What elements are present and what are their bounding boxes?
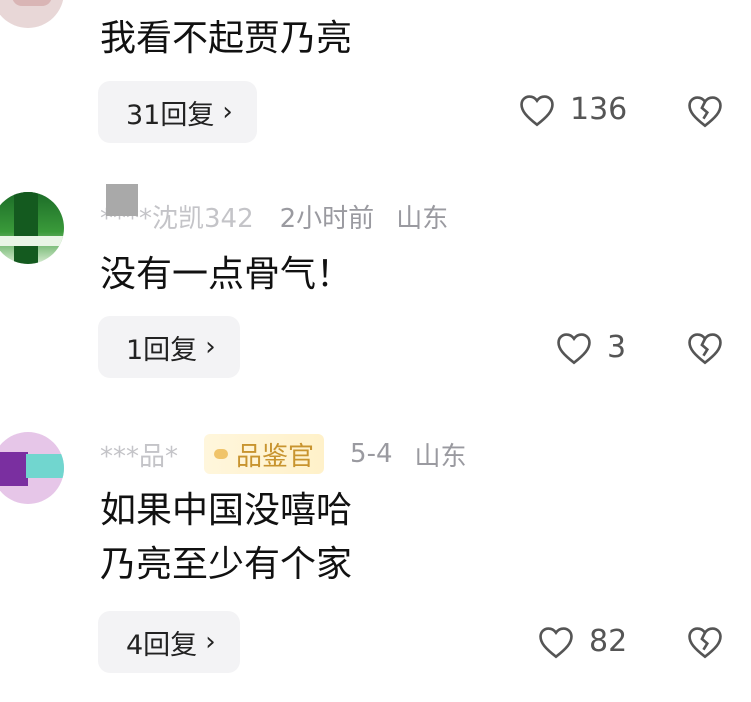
reply-button[interactable]: 31回复 ›: [98, 81, 257, 143]
username-mosaic: [106, 184, 138, 216]
dislike-button[interactable]: [686, 625, 724, 663]
broken-heart-icon: [688, 627, 722, 659]
username[interactable]: ***品*: [100, 436, 178, 473]
reply-count: 31回复: [126, 99, 215, 131]
location: 山东: [414, 441, 467, 472]
comment-text: 如果中国没嘻哈 乃亮至少有个家: [100, 484, 352, 592]
avatar[interactable]: [0, 432, 64, 504]
broken-heart-icon: [688, 333, 722, 365]
badge-icon: [214, 449, 229, 459]
like-button[interactable]: 136: [518, 92, 627, 127]
timestamp: 2小时前: [279, 203, 375, 234]
dislike-button[interactable]: [686, 331, 724, 369]
badge: 品鉴官: [204, 434, 325, 474]
comment-text-line: 如果中国没嘻哈: [100, 490, 353, 531]
chevron-right-icon: ›: [222, 97, 233, 127]
like-count: 3: [607, 330, 627, 365]
heart-outline-icon: [520, 94, 554, 126]
like-button[interactable]: 3: [555, 330, 626, 365]
reply-button[interactable]: 4回复 ›: [98, 611, 240, 673]
avatar[interactable]: [0, 192, 64, 264]
comment-text: 我看不起贾乃亮: [100, 18, 353, 59]
comment-meta: ****沈凯342 2小时前 山东: [100, 196, 448, 236]
avatar[interactable]: [0, 0, 64, 28]
chevron-right-icon: ›: [205, 627, 216, 657]
reply-count: 1回复: [126, 334, 198, 366]
like-count: 136: [570, 92, 628, 127]
reply-button[interactable]: 1回复 ›: [98, 316, 240, 378]
like-count: 82: [589, 624, 628, 659]
comment-text: 没有一点骨气！: [100, 254, 353, 295]
broken-heart-icon: [688, 96, 722, 128]
reply-count: 4回复: [126, 629, 198, 661]
badge-label: 品鉴官: [236, 441, 315, 472]
comment-meta: ***品* 品鉴官 5-4 山东: [100, 434, 467, 474]
timestamp: 5-4: [350, 439, 393, 469]
heart-outline-icon: [539, 626, 573, 658]
comment-text-line: 乃亮至少有个家: [100, 544, 353, 585]
chevron-right-icon: ›: [205, 332, 216, 362]
like-button[interactable]: 82: [537, 624, 627, 659]
location: 山东: [396, 203, 449, 234]
heart-outline-icon: [557, 332, 591, 364]
dislike-button[interactable]: [686, 94, 724, 132]
